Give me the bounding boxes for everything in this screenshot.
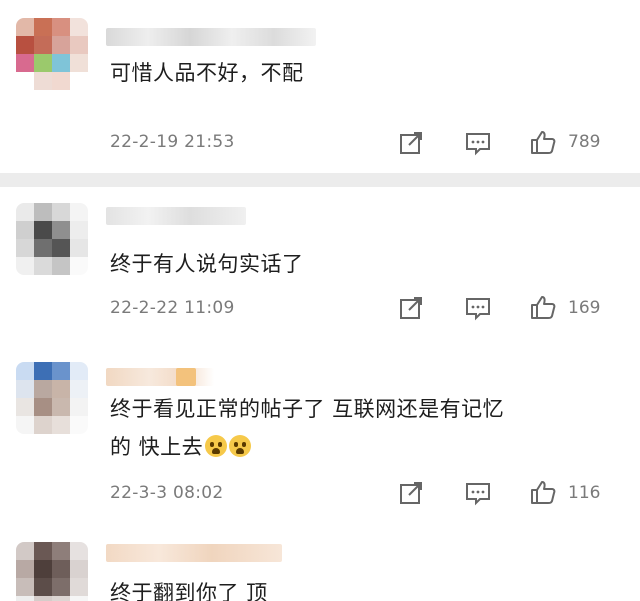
- username-blurred[interactable]: [106, 368, 214, 386]
- like-count: 789: [568, 132, 601, 152]
- share-icon[interactable]: [398, 480, 424, 506]
- comment-icon[interactable]: [465, 130, 491, 156]
- like-count: 116: [568, 483, 601, 503]
- comment-item-4: 终于翻到你了 顶: [0, 532, 640, 601]
- avatar[interactable]: [16, 18, 88, 90]
- thumbs-up-icon[interactable]: [530, 129, 556, 155]
- share-icon[interactable]: [398, 130, 424, 156]
- thumbs-up-icon[interactable]: [530, 479, 556, 505]
- username-blurred[interactable]: [106, 544, 282, 562]
- comment-text-line-2: 的 快上去: [110, 430, 252, 464]
- divider: [0, 173, 640, 187]
- comment-text-line-1: 终于看见正常的帖子了 互联网还是有记忆: [110, 397, 505, 421]
- timestamp: 22-2-22 11:09: [110, 298, 235, 318]
- username-blurred-2[interactable]: [176, 368, 196, 386]
- comment-icon[interactable]: [465, 295, 491, 321]
- avatar[interactable]: [16, 203, 88, 275]
- fearful-face-emoji-icon: [205, 435, 228, 457]
- comment-item-2: 终于有人说句实话了 22-2-22 11:09 169: [0, 187, 640, 335]
- comment-icon[interactable]: [465, 480, 491, 506]
- comment-text: 终于有人说句实话了: [110, 252, 304, 276]
- timestamp: 22-2-19 21:53: [110, 132, 235, 152]
- comment-item-3: 终于看见正常的帖子了 互联网还是有记忆 的 快上去 22-3-3 08:02 1…: [0, 352, 640, 532]
- username-blurred[interactable]: [106, 207, 246, 225]
- thumbs-up-icon[interactable]: [530, 294, 556, 320]
- fearful-face-emoji-icon: [229, 435, 252, 457]
- avatar[interactable]: [16, 362, 88, 434]
- avatar[interactable]: [16, 542, 88, 601]
- share-icon[interactable]: [398, 295, 424, 321]
- timestamp: 22-3-3 08:02: [110, 483, 224, 503]
- comment-text: 可惜人品不好，不配: [110, 61, 304, 85]
- comment-text-line-2-text: 的 快上去: [110, 435, 204, 459]
- comment-item-1: 可惜人品不好，不配 22-2-19 21:53 789: [0, 0, 640, 172]
- like-count: 169: [568, 298, 601, 318]
- comment-text: 终于翻到你了 顶: [110, 581, 268, 601]
- username-blurred[interactable]: [106, 28, 316, 46]
